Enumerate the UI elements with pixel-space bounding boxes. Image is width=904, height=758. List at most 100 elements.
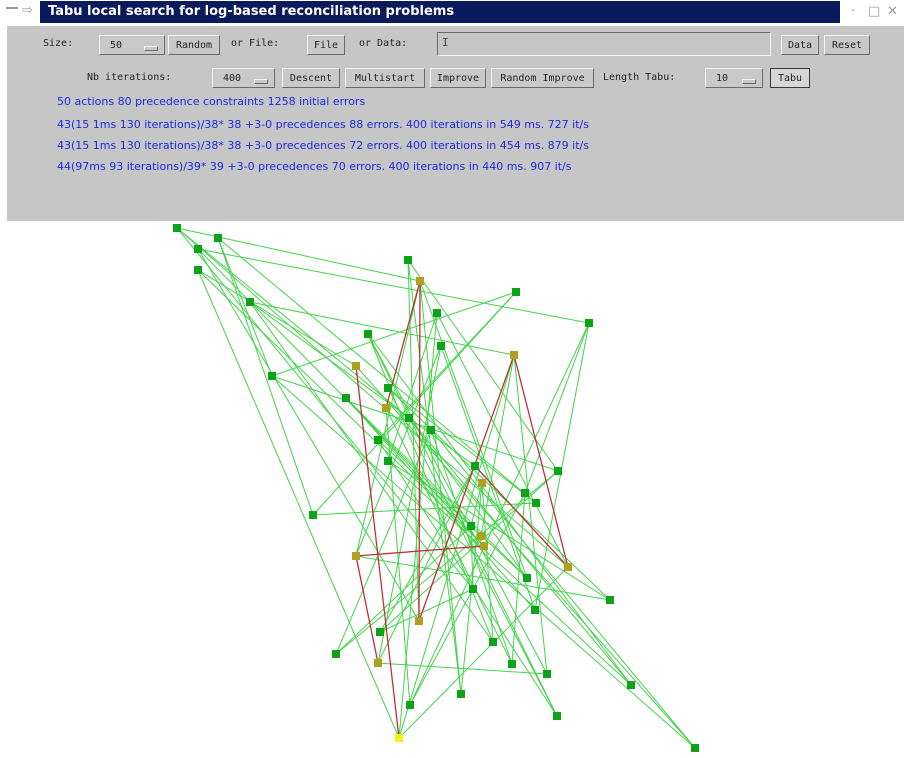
action-node[interactable]: [512, 288, 520, 296]
action-node[interactable]: [489, 638, 497, 646]
conflict-node[interactable]: [352, 362, 360, 370]
precedence-edge: [176, 227, 410, 419]
precedence-edge: [217, 237, 537, 504]
conflict-node[interactable]: [564, 563, 572, 571]
window-menu-icon[interactable]: [6, 7, 18, 9]
conflict-node[interactable]: [416, 277, 424, 285]
status-line: 44(97ms 93 iterations)/39* 39 +3-0 prece…: [57, 160, 572, 173]
action-node[interactable]: [376, 628, 384, 636]
action-node[interactable]: [246, 298, 254, 306]
action-node[interactable]: [342, 394, 350, 402]
action-node[interactable]: [521, 489, 529, 497]
action-node[interactable]: [374, 436, 382, 444]
action-node[interactable]: [404, 256, 412, 264]
action-node[interactable]: [508, 660, 516, 668]
action-node[interactable]: [405, 414, 413, 422]
descent-button[interactable]: Descent: [282, 68, 340, 88]
action-node[interactable]: [384, 457, 392, 465]
action-node[interactable]: [467, 522, 475, 530]
action-node[interactable]: [691, 744, 699, 752]
action-node[interactable]: [194, 266, 202, 274]
action-node[interactable]: [173, 224, 181, 232]
action-node[interactable]: [469, 585, 477, 593]
constraint-graph: [173, 224, 699, 752]
action-node[interactable]: [627, 681, 635, 689]
precedence-edge: [345, 397, 536, 611]
precedence-edge: [377, 662, 548, 675]
precedence-edge: [197, 248, 482, 537]
precedence-edge: [355, 365, 696, 749]
random-improve-button[interactable]: Random Improve: [491, 68, 594, 88]
violated-edge: [355, 555, 379, 664]
length-tabu-value: 10: [716, 73, 729, 84]
conflict-node[interactable]: [415, 617, 423, 625]
or-data-label: or Data:: [359, 38, 408, 49]
action-node[interactable]: [427, 426, 435, 434]
precedence-edge: [387, 460, 632, 686]
size-select[interactable]: 50: [99, 35, 165, 55]
action-node[interactable]: [268, 372, 276, 380]
precedence-edge: [377, 465, 476, 664]
multistart-button[interactable]: Multistart: [345, 68, 425, 88]
data-input[interactable]: I: [437, 32, 771, 56]
conflict-node[interactable]: [480, 542, 488, 550]
precedence-edge: [249, 301, 494, 643]
action-node[interactable]: [433, 309, 441, 317]
action-node[interactable]: [214, 234, 222, 242]
action-node[interactable]: [531, 606, 539, 614]
dropdown-indicator-icon: [144, 46, 158, 51]
precedence-edge: [355, 345, 442, 557]
action-node[interactable]: [523, 574, 531, 582]
action-node[interactable]: [606, 596, 614, 604]
action-node[interactable]: [384, 384, 392, 392]
conflict-node[interactable]: [352, 552, 360, 560]
precedence-edge: [271, 291, 517, 377]
dropdown-indicator-icon: [254, 79, 268, 84]
minimize-icon[interactable]: ·: [851, 4, 855, 19]
pin-icon[interactable]: ⇨: [22, 3, 33, 18]
precedence-edge: [409, 322, 590, 706]
action-node[interactable]: [309, 511, 317, 519]
improve-button[interactable]: Improve: [430, 68, 486, 88]
length-tabu-select[interactable]: 10: [705, 68, 763, 88]
conflict-node[interactable]: [382, 404, 390, 412]
reset-button[interactable]: Reset: [824, 35, 870, 55]
action-node[interactable]: [553, 712, 561, 720]
nb-iterations-select[interactable]: 400: [212, 68, 275, 88]
nb-iterations-value: 400: [223, 73, 242, 84]
action-node[interactable]: [543, 670, 551, 678]
tabu-button[interactable]: Tabu: [770, 68, 810, 88]
data-button[interactable]: Data: [781, 35, 819, 55]
conflict-node[interactable]: [477, 532, 485, 540]
nb-iterations-label: Nb iterations:: [87, 72, 172, 83]
precedence-edge: [408, 417, 528, 579]
action-node[interactable]: [194, 245, 202, 253]
highlight-node[interactable]: [395, 734, 403, 742]
precedence-edge: [271, 375, 696, 749]
action-node[interactable]: [532, 499, 540, 507]
action-node[interactable]: [457, 690, 465, 698]
length-tabu-label: Length Tabu:: [603, 72, 676, 83]
precedence-edge: [249, 301, 476, 467]
status-line: 50 actions 80 precedence constraints 125…: [57, 95, 366, 108]
violated-edge: [418, 280, 421, 622]
action-node[interactable]: [332, 650, 340, 658]
close-icon[interactable]: ✕: [887, 4, 898, 19]
conflict-node[interactable]: [510, 351, 518, 359]
action-node[interactable]: [437, 342, 445, 350]
graph-canvas[interactable]: [7, 221, 904, 758]
action-node[interactable]: [364, 330, 372, 338]
file-button[interactable]: File: [307, 35, 345, 55]
action-node[interactable]: [471, 462, 479, 470]
precedence-edge: [249, 301, 515, 356]
maximize-icon[interactable]: □: [868, 4, 880, 19]
action-node[interactable]: [554, 467, 562, 475]
conflict-node[interactable]: [374, 659, 382, 667]
action-node[interactable]: [585, 319, 593, 327]
conflict-node[interactable]: [478, 479, 486, 487]
action-node[interactable]: [406, 701, 414, 709]
precedence-edge: [271, 375, 559, 472]
app-window: ⇨ Tabu local search for log-based reconc…: [0, 0, 904, 758]
or-file-label: or File:: [231, 38, 280, 49]
random-button[interactable]: Random: [168, 35, 220, 55]
